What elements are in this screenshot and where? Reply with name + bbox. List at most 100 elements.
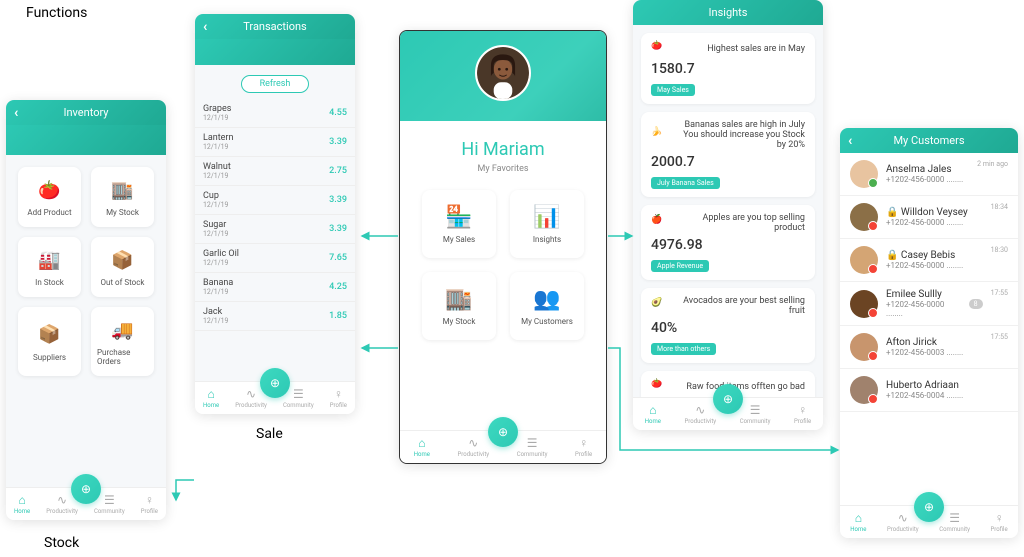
home-subtitle: My Favorites [408,164,598,174]
screen-insights: Insights 🍅Highest sales are in May1580.7… [633,0,823,430]
customer-row[interactable]: 🔒 Casey Bebis+1202-456-0000 ........18:3… [840,239,1018,282]
nav-item[interactable]: ⌂Home [14,493,30,515]
tile-label: My Stock [443,317,476,326]
home-tile[interactable]: 🏬My Stock [422,272,496,340]
transaction-row[interactable]: Sugar12/1/193.39 [195,215,355,244]
tile-label: Purchase Orders [97,348,148,366]
nav-icon: ♀ [145,493,154,507]
fab-button[interactable]: ⊕ [914,492,944,522]
inventory-tile[interactable]: 📦 Suppliers [18,307,81,376]
insight-tag: Apple Revenue [651,260,709,272]
nav-item[interactable]: ⌂Home [850,511,866,533]
tx-name: Grapes [203,104,231,114]
tile-icon: 📦 [37,322,63,348]
insight-card[interactable]: 🥑Avocados are your best selling fruit40%… [641,288,815,363]
label-sale: Sale [256,426,283,442]
nav-item[interactable]: ♀Profile [330,387,347,409]
customer-avatar [850,246,878,274]
nav-item[interactable]: ♀Profile [794,403,811,425]
tx-price: 3.39 [329,137,347,147]
customer-phone: +1202-456-0000 ........ [886,261,983,270]
fab-button[interactable]: ⊕ [713,384,743,414]
insight-icon: 🍅 [651,379,667,395]
insight-card[interactable]: 🍅Highest sales are in May1580.7May Sales [641,33,815,104]
insight-card[interactable]: 🍎Apples are you top selling product4976.… [641,205,815,280]
nav-item[interactable]: ♀Profile [991,511,1008,533]
transaction-row[interactable]: Cup12/1/193.39 [195,186,355,215]
customer-row[interactable]: Afton Jirick+1202-456-0003 ........17:55 [840,326,1018,369]
nav-item[interactable]: ∿Productivity [887,511,919,533]
transaction-row[interactable]: Grapes12/1/194.55 [195,99,355,128]
nav-item[interactable]: ⌂Home [414,436,430,458]
insight-icon: 🍅 [651,41,667,57]
tx-date: 12/1/19 [203,259,239,267]
tile-icon: 🏪 [446,204,472,230]
nav-item[interactable]: ∿Productivity [685,403,717,425]
nav-icon: ♀ [798,403,807,417]
customer-avatar [850,160,878,188]
bottom-nav: ⌂Home∿Productivity☰Community♀Profile⊕ [633,397,823,430]
nav-icon: ⌂ [418,436,425,450]
inventory-tile[interactable]: 🚚Purchase Orders [91,307,154,376]
transaction-row[interactable]: Walnut12/1/192.75 [195,157,355,186]
back-icon[interactable]: ‹ [14,105,18,121]
tx-date: 12/1/19 [203,230,228,238]
nav-item[interactable]: ∿Productivity [458,436,490,458]
inventory-tile[interactable]: 🍅Add Product [18,167,81,227]
fab-button[interactable]: ⊕ [260,368,290,398]
tile-label: Suppliers [33,353,66,362]
nav-icon: ☰ [527,436,538,450]
transaction-row[interactable]: Lantern12/1/193.39 [195,128,355,157]
nav-icon: ⌂ [855,511,862,525]
fab-button[interactable]: ⊕ [71,474,101,504]
greeting: Hi Mariam [408,139,598,160]
home-tile[interactable]: 🏪My Sales [422,190,496,258]
inventory-tile[interactable]: 🏬My Stock [91,167,154,227]
tx-name: Garlic Oil [203,249,239,259]
nav-item[interactable]: ⌂Home [203,387,219,409]
tx-price: 3.39 [329,224,347,234]
back-icon[interactable]: ‹ [848,133,852,149]
nav-icon: ⌂ [207,387,214,401]
nav-label: Community [283,402,314,409]
fab-button[interactable]: ⊕ [488,417,518,447]
customer-row[interactable]: Anselma Jales+1202-456-0000 ........2 mi… [840,153,1018,196]
insights-list: 🍅Highest sales are in May1580.7May Sales… [633,25,823,397]
avatar[interactable] [475,45,531,101]
nav-item[interactable]: ☰Community [517,436,548,458]
insight-card[interactable]: 🍌Bananas sales are high in July You shou… [641,112,815,197]
customer-time: 18:34 [991,203,1008,211]
nav-icon: ♀ [995,511,1004,525]
customer-phone: +1202-456-0000 ........ [886,300,957,318]
nav-label: Profile [141,508,158,515]
tx-name: Walnut [203,162,231,172]
back-icon[interactable]: ‹ [203,19,207,35]
refresh-button[interactable]: Refresh [241,75,310,93]
tx-date: 12/1/19 [203,201,228,209]
customer-avatar [850,376,878,404]
nav-label: Productivity [685,418,717,425]
customer-row[interactable]: Huberto Adriaan+1202-456-0004 ........ [840,369,1018,412]
transaction-row[interactable]: Banana12/1/194.25 [195,273,355,302]
customer-row[interactable]: Emilee Sullly+1202-456-0000 ........817:… [840,282,1018,326]
customer-row[interactable]: 🔒 Willdon Veysey+1202-456-0000 ........1… [840,196,1018,239]
nav-icon: ⌂ [18,493,25,507]
customer-list: Anselma Jales+1202-456-0000 ........2 mi… [840,153,1018,505]
inventory-tile[interactable]: 🏭In Stock [18,237,81,297]
nav-item[interactable]: ☰Community [939,511,970,533]
tx-date: 12/1/19 [203,172,231,180]
home-tile[interactable]: 📊Insights [510,190,584,258]
customer-time: 17:55 [991,333,1008,341]
nav-item[interactable]: ♀Profile [575,436,592,458]
nav-icon: ∿ [898,511,908,525]
home-tile[interactable]: 👥My Customers [510,272,584,340]
tile-icon: 📊 [534,204,560,230]
nav-label: Community [939,526,970,533]
nav-item[interactable]: ⌂Home [645,403,661,425]
transaction-row[interactable]: Jack12/1/191.85 [195,302,355,331]
transaction-row[interactable]: Garlic Oil12/1/197.65 [195,244,355,273]
nav-item[interactable]: ☰Community [740,403,771,425]
screen-home: Hi Mariam My Favorites 🏪My Sales📊Insight… [399,30,607,464]
nav-item[interactable]: ♀Profile [141,493,158,515]
inventory-tile[interactable]: 📦Out of Stock [91,237,154,297]
